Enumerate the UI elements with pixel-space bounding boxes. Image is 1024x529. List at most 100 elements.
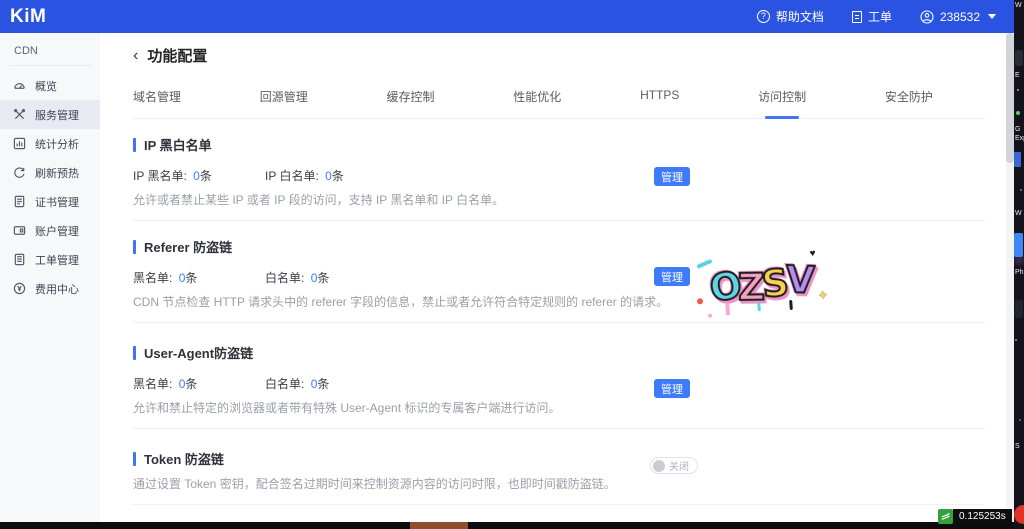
- sidebar-group-label: CDN: [0, 33, 100, 65]
- sidebar-item-label: 账户管理: [35, 223, 79, 239]
- toggle-knob: [653, 460, 665, 472]
- help-docs-label: 帮助文档: [776, 8, 824, 25]
- sidebar-item-label: 工单管理: [35, 252, 79, 268]
- sidebar-item-work-orders[interactable]: 工单管理: [0, 245, 100, 274]
- section-description: CDN 节点检查 HTTP 请求头中的 referer 字段的信息，禁止或者允许…: [133, 293, 985, 310]
- desktop-icon-label: G: [1014, 126, 1024, 134]
- ip-blacklist-count: IP 黑名单: 0条: [133, 167, 265, 184]
- list-icon: [13, 253, 26, 266]
- ip-whitelist-count: IP 白名单: 0条: [265, 167, 397, 184]
- section-description: 允许或者禁止某些 IP 或者 IP 段的访问，支持 IP 黑名单和 IP 白名单…: [133, 191, 985, 208]
- count-value: 0: [325, 169, 332, 183]
- card-icon: [13, 224, 26, 237]
- referer-blacklist-count: 黑名单: 0条: [133, 269, 265, 286]
- section-title: User-Agent防盗链: [133, 343, 985, 362]
- sidebar-item-label: 概览: [35, 78, 57, 94]
- ua-blacklist-count: 黑名单: 0条: [133, 375, 265, 392]
- sidebar-item-overview[interactable]: 概览: [0, 71, 100, 100]
- back-icon[interactable]: ‹: [133, 49, 138, 63]
- desktop-icon-label: W: [1014, 210, 1024, 218]
- certificate-icon: [13, 195, 26, 208]
- referer-whitelist-count: 白名单: 0条: [265, 269, 397, 286]
- top-navigation-bar: KiM ? 帮助文档 工单 238532: [0, 0, 1014, 33]
- ticket-link[interactable]: 工单: [852, 8, 892, 25]
- question-circle-icon: ?: [757, 10, 770, 23]
- desktop-icon-label: W: [1014, 2, 1024, 10]
- main-content: ‹ 功能配置 域名管理 回源管理 缓存控制 性能优化 HTTPS 访问控制 安全…: [100, 33, 1006, 522]
- user-id: 238532: [940, 10, 980, 24]
- sidebar-item-label: 证书管理: [35, 194, 79, 210]
- section-token-antileech: Token 防盗链 通过设置 Token 密钥，配合签名过期时间来控制资源内容的…: [133, 429, 985, 505]
- taskbar-orange-segment: [410, 522, 468, 529]
- toggle-label: 关闭: [669, 458, 689, 473]
- desktop-icon[interactable]: [1015, 300, 1023, 318]
- dashboard-icon: [13, 79, 26, 92]
- refresh-icon: [13, 166, 26, 179]
- section-useragent-antileech: User-Agent防盗链 黑名单: 0条 白名单: 0条 允许和禁止特定的浏览…: [133, 323, 985, 429]
- ticket-label: 工单: [868, 8, 892, 25]
- desktop-icon[interactable]: [1014, 505, 1024, 524]
- graffiti-drip: [789, 300, 793, 310]
- desktop-wallpaper-strip: W E G Exp W Ph S: [1014, 0, 1024, 529]
- sidebar-item-refresh-prefetch[interactable]: 刷新预热: [0, 158, 100, 187]
- billing-icon: [13, 282, 26, 295]
- page-title-text: 功能配置: [147, 45, 207, 66]
- manage-referer-button[interactable]: 管理: [654, 267, 690, 286]
- sidebar-item-label: 刷新预热: [35, 165, 79, 181]
- section-description: 允许和禁止特定的浏览器或者带有特殊 User-Agent 标识的专属客户端进行访…: [133, 399, 985, 416]
- section-title: Token 防盗链: [133, 449, 985, 468]
- sidebar-item-certificates[interactable]: 证书管理: [0, 187, 100, 216]
- tab-https[interactable]: HTTPS: [640, 88, 679, 118]
- page-load-time-badge: 0.125253s: [938, 509, 1012, 524]
- status-dot: [1016, 111, 1020, 115]
- sidebar-item-billing[interactable]: 费用中心: [0, 274, 100, 303]
- ozsv-graffiti-watermark: ♥ ✦ O Z S V: [709, 263, 813, 307]
- section-title: Referer 防盗链: [133, 237, 985, 256]
- graffiti-text: O Z S V: [709, 263, 813, 307]
- sidebar-item-statistics[interactable]: 统计分析: [0, 129, 100, 158]
- page-scrollbar[interactable]: [1006, 33, 1014, 522]
- tools-icon: [13, 108, 26, 121]
- graffiti-drip: [757, 302, 761, 311]
- tab-bar: 域名管理 回源管理 缓存控制 性能优化 HTTPS 访问控制 安全防护: [133, 88, 985, 119]
- sidebar-divider: [10, 65, 92, 66]
- tab-domain-management[interactable]: 域名管理: [133, 88, 181, 118]
- user-icon: [920, 10, 934, 24]
- desktop-icon[interactable]: [1014, 152, 1021, 167]
- user-menu[interactable]: 238532: [920, 10, 996, 24]
- desktop-icon-label: E: [1014, 72, 1024, 80]
- tab-security[interactable]: 安全防护: [885, 88, 933, 118]
- sidebar-item-account[interactable]: 账户管理: [0, 216, 100, 245]
- scrollbar-thumb[interactable]: [1006, 33, 1014, 163]
- tab-origin-management[interactable]: 回源管理: [260, 88, 308, 118]
- page-title: ‹ 功能配置: [133, 45, 1006, 66]
- desktop-icon-label: S: [1014, 443, 1024, 451]
- tab-access-control[interactable]: 访问控制: [758, 88, 806, 118]
- chevron-down-icon: [988, 14, 996, 19]
- manage-ip-list-button[interactable]: 管理: [654, 167, 690, 186]
- tab-cache-control[interactable]: 缓存控制: [387, 88, 435, 118]
- browser-window: KiM ? 帮助文档 工单 238532 CDN: [0, 0, 1014, 529]
- tab-performance[interactable]: 性能优化: [513, 88, 561, 118]
- graffiti-drip: [725, 303, 730, 315]
- token-antileech-toggle[interactable]: 关闭: [650, 457, 698, 474]
- desktop-icon-label: Exp: [1014, 135, 1024, 143]
- section-title: IP 黑白名单: [133, 135, 985, 154]
- help-docs-link[interactable]: ? 帮助文档: [757, 8, 824, 25]
- desktop-icon[interactable]: [1015, 50, 1023, 66]
- document-icon: [852, 11, 862, 23]
- sidebar-item-service-management[interactable]: 服务管理: [0, 100, 100, 129]
- section-referer-antileech: Referer 防盗链 黑名单: 0条 白名单: 0条 CDN 节点检查 HTT…: [133, 221, 985, 323]
- sidebar: CDN 概览 服务管理 统计分析 刷新预热 证书管理 账户管理 工单管理: [0, 33, 100, 522]
- manage-useragent-button[interactable]: 管理: [654, 379, 690, 398]
- sidebar-item-label: 费用中心: [35, 281, 79, 297]
- kim-logo: KiM: [10, 6, 46, 28]
- desktop-icon-label: Ph: [1014, 269, 1024, 277]
- desktop-icon[interactable]: [1014, 233, 1023, 257]
- ua-whitelist-count: 白名单: 0条: [265, 375, 397, 392]
- section-ip-blacklist-whitelist: IP 黑白名单 IP 黑名单: 0条 IP 白名单: 0条 允许或者禁止某些 I…: [133, 119, 985, 221]
- load-time-value: 0.125253s: [953, 509, 1012, 524]
- bar-chart-icon: [13, 137, 26, 150]
- section-description: 通过设置 Token 密钥，配合签名过期时间来控制资源内容的访问时限，也即时间戳…: [133, 475, 985, 492]
- sidebar-item-label: 统计分析: [35, 136, 79, 152]
